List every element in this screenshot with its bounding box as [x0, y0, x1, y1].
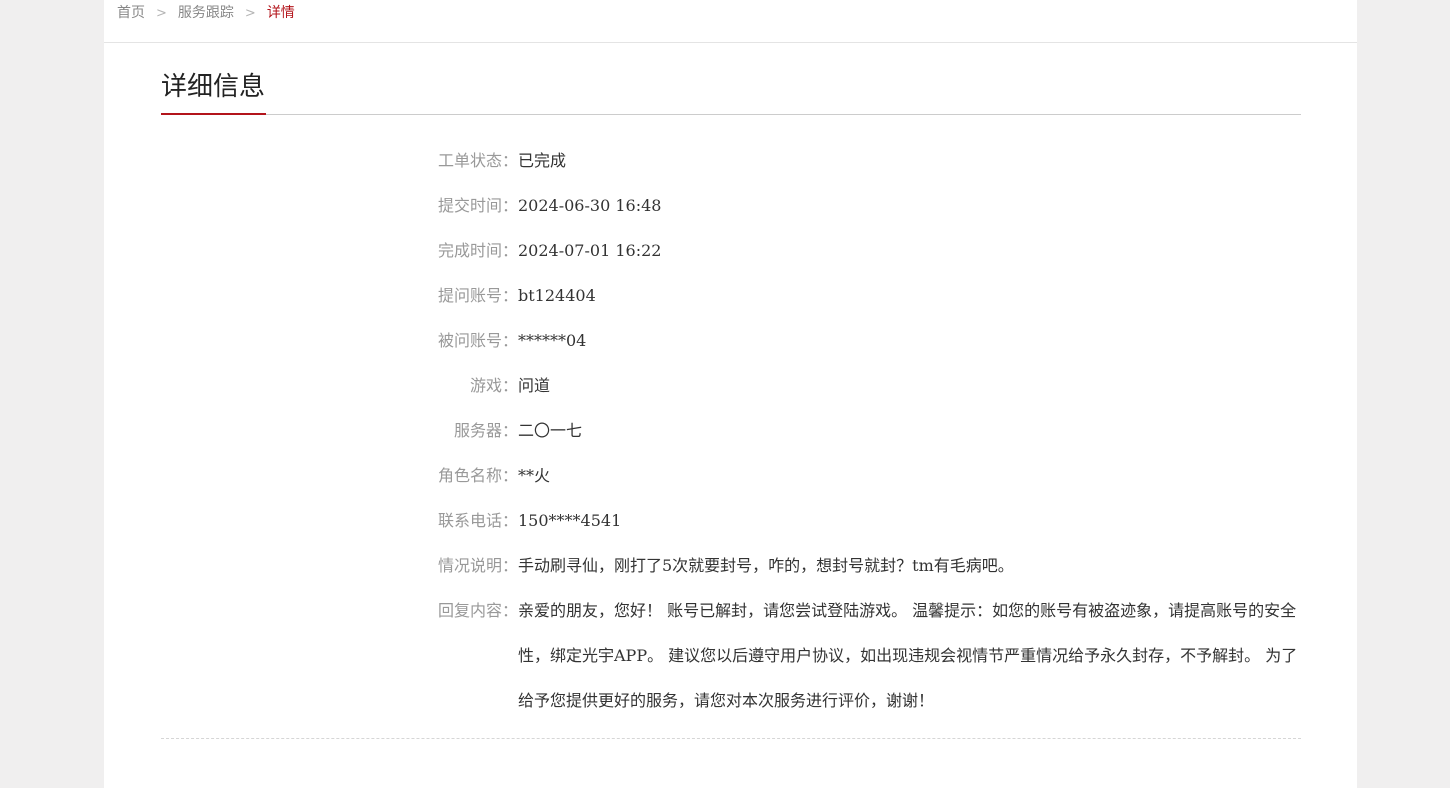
description-label: 情况说明： [437, 556, 518, 575]
asker-account-label: 提问账号： [437, 286, 518, 305]
breadcrumb-home-link[interactable]: 首页 [117, 5, 145, 21]
server-value: 二〇一七 [518, 421, 583, 440]
detail-row-complete-time: 完成时间： 2024-07-01 16:22 [422, 228, 1302, 273]
breadcrumb: 首页 > 服务跟踪 > 详情 [117, 3, 295, 24]
detail-row-role-name: 角色名称： **火 [422, 453, 1302, 498]
breadcrumb-separator: > [156, 6, 167, 21]
target-account-label: 被问账号： [437, 331, 518, 350]
detail-row-reply: 回复内容： 亲爱的朋友，您好！ 账号已解封，请您尝试登陆游戏。 温馨提示：如您的… [422, 588, 1302, 723]
role-name-value: **火 [518, 466, 551, 485]
detail-row-server: 服务器： 二〇一七 [422, 408, 1302, 453]
section-title: 详细信息 [161, 68, 267, 115]
server-label: 服务器： [453, 421, 518, 440]
role-name-label: 角色名称： [437, 466, 518, 485]
detail-row-phone: 联系电话： 150****4541 [422, 498, 1302, 543]
detail-row-asker-account: 提问账号： bt124404 [422, 273, 1302, 318]
reply-label: 回复内容： [437, 601, 518, 620]
submit-time-value: 2024-06-30 16:48 [518, 196, 662, 215]
complete-time-label: 完成时间： [437, 241, 518, 260]
phone-value: 150****4541 [518, 511, 622, 530]
asker-account-value: bt124404 [518, 286, 596, 305]
game-label: 游戏： [469, 376, 518, 395]
submit-time-label: 提交时间： [437, 196, 518, 215]
status-value: 已完成 [518, 151, 567, 170]
detail-row-status: 工单状态： 已完成 [422, 138, 1302, 183]
complete-time-value: 2024-07-01 16:22 [518, 241, 662, 260]
detail-row-description: 情况说明： 手动刷寻仙，刚打了5次就要封号，咋的，想封号就封？tm有毛病吧。 [422, 543, 1302, 588]
target-account-value: ******04 [518, 331, 587, 350]
detail-row-target-account: 被问账号： ******04 [422, 318, 1302, 363]
detail-list: 工单状态： 已完成 提交时间： 2024-06-30 16:48 完成时间： 2… [422, 138, 1302, 723]
section-header: 详细信息 [161, 68, 1301, 115]
description-value: 手动刷寻仙，刚打了5次就要封号，咋的，想封号就封？tm有毛病吧。 [518, 556, 1014, 575]
game-value: 问道 [518, 376, 551, 395]
detail-row-game: 游戏： 问道 [422, 363, 1302, 408]
detail-row-submit-time: 提交时间： 2024-06-30 16:48 [422, 183, 1302, 228]
breadcrumb-current: 详情 [266, 5, 295, 21]
phone-label: 联系电话： [437, 511, 518, 530]
breadcrumb-separator: > [244, 6, 256, 21]
reply-value: 亲爱的朋友，您好！ 账号已解封，请您尝试登陆游戏。 温馨提示：如您的账号有被盗迹… [518, 601, 1298, 710]
page-container: 首页 > 服务跟踪 > 详情 详细信息 工单状态： 已完成 提交时间： 2024-06-… [104, 0, 1357, 788]
breadcrumb-service-tracking-link[interactable]: 服务跟踪 [178, 5, 234, 21]
status-label: 工单状态： [437, 151, 518, 170]
footer-divider [161, 738, 1301, 739]
header-divider [104, 42, 1357, 43]
